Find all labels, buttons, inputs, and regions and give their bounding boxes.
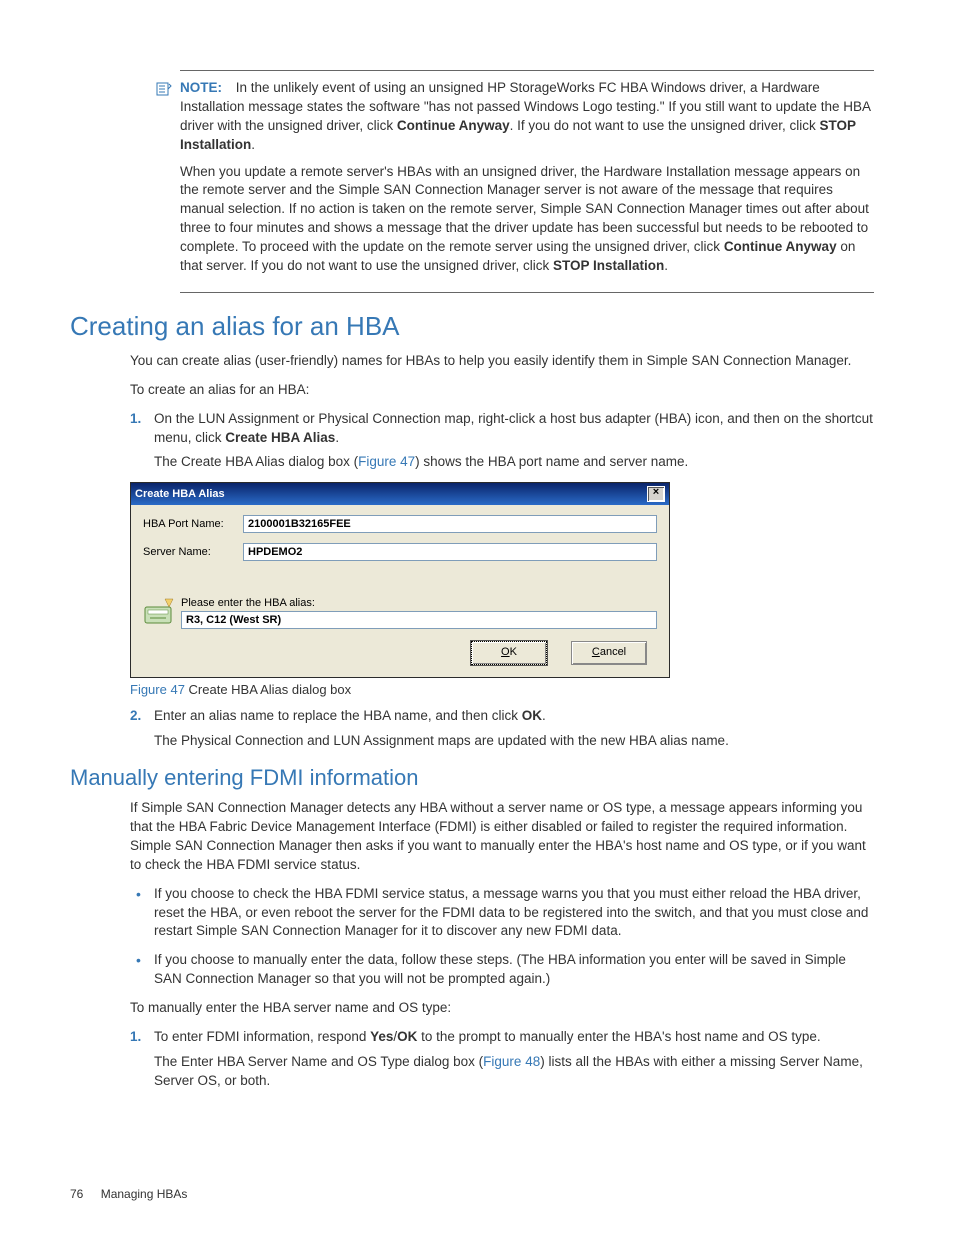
dialog-title: Create HBA Alias bbox=[135, 488, 225, 500]
section1-lead: To create an alias for an HBA: bbox=[130, 381, 874, 400]
list-marker: 1. bbox=[130, 1028, 141, 1047]
figure-48-link[interactable]: Figure 48 bbox=[483, 1054, 540, 1069]
note-block: NOTE: In the unlikely event of using an … bbox=[180, 70, 874, 293]
close-icon[interactable]: × bbox=[647, 486, 665, 502]
bullet-icon: • bbox=[136, 885, 141, 905]
page-number: 76 bbox=[70, 1187, 83, 1201]
cancel-button[interactable]: Cancel bbox=[571, 641, 647, 665]
list-marker: 1. bbox=[130, 410, 141, 429]
section1-step-2: 2. Enter an alias name to replace the HB… bbox=[130, 707, 874, 751]
section2-intro: If Simple SAN Connection Manager detects… bbox=[130, 799, 874, 875]
figure-47-link[interactable]: Figure 47 bbox=[358, 454, 415, 469]
section2-step-1: 1. To enter FDMI information, respond Ye… bbox=[130, 1028, 874, 1091]
prompt-icon bbox=[143, 597, 179, 627]
ok-button[interactable]: OK bbox=[471, 641, 547, 665]
section2-step1-after: The Enter HBA Server Name and OS Type di… bbox=[154, 1053, 874, 1091]
server-name-label: Server Name: bbox=[143, 546, 243, 558]
section-heading-fdmi: Manually entering FDMI information bbox=[70, 765, 884, 791]
hba-port-name-field: 2100001B32165FEE bbox=[243, 515, 657, 533]
dialog-titlebar: Create HBA Alias × bbox=[131, 483, 669, 505]
figure-47-dialog: Create HBA Alias × HBA Port Name: 210000… bbox=[130, 482, 670, 678]
section2-bullet-2: • If you choose to manually enter the da… bbox=[130, 951, 874, 989]
page-footer: 76 Managing HBAs bbox=[70, 1187, 187, 1201]
bullet-icon: • bbox=[136, 951, 141, 971]
section1-intro: You can create alias (user-friendly) nam… bbox=[130, 352, 874, 371]
alias-prompt-label: Please enter the HBA alias: bbox=[181, 597, 657, 609]
note-paragraph-1: NOTE: In the unlikely event of using an … bbox=[180, 79, 874, 155]
note-label: NOTE: bbox=[180, 80, 222, 95]
section2-lead: To manually enter the HBA server name an… bbox=[130, 999, 874, 1018]
section1-step1-after: The Create HBA Alias dialog box (Figure … bbox=[154, 453, 874, 472]
chapter-title: Managing HBAs bbox=[101, 1187, 188, 1201]
list-marker: 2. bbox=[130, 707, 141, 726]
section1-step-1: 1. On the LUN Assignment or Physical Con… bbox=[130, 410, 874, 473]
note-icon bbox=[156, 81, 180, 100]
figure-47-caption: Figure 47 Create HBA Alias dialog box bbox=[130, 682, 874, 697]
section-heading-creating-alias: Creating an alias for an HBA bbox=[70, 311, 884, 342]
section2-bullet-1: • If you choose to check the HBA FDMI se… bbox=[130, 885, 874, 942]
section1-step2-after: The Physical Connection and LUN Assignme… bbox=[154, 732, 874, 751]
server-name-field: HPDEMO2 bbox=[243, 543, 657, 561]
note-paragraph-2: When you update a remote server's HBAs w… bbox=[180, 163, 874, 276]
hba-port-name-label: HBA Port Name: bbox=[143, 518, 243, 530]
alias-input[interactable]: R3, C12 (West SR) bbox=[181, 611, 657, 629]
